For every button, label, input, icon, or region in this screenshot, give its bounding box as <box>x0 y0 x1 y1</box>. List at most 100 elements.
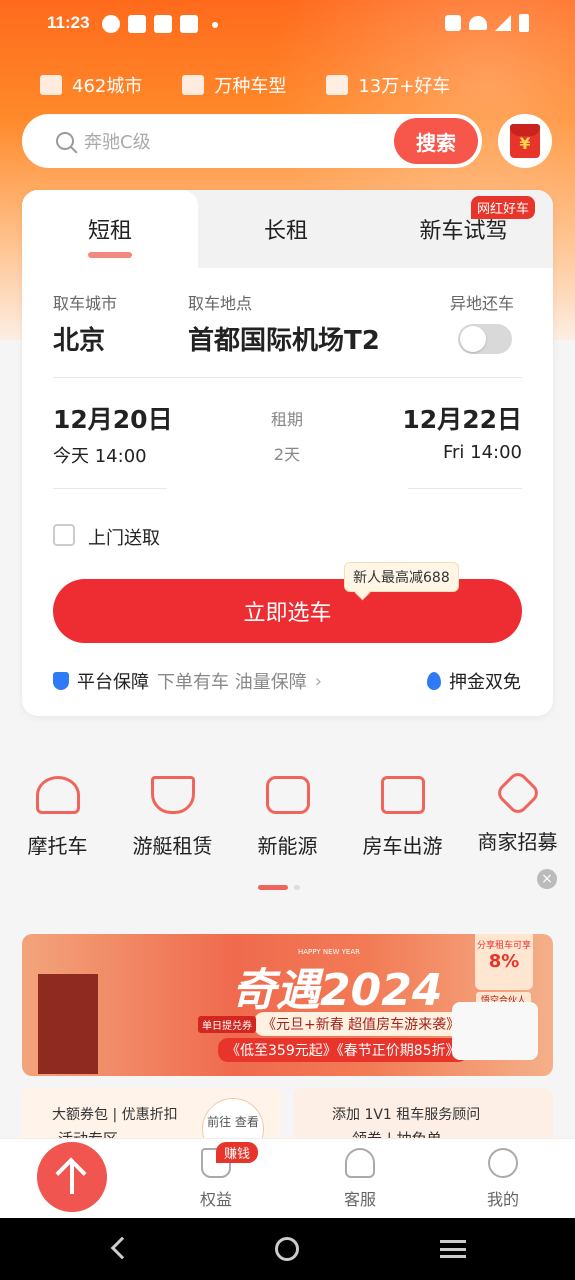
pager-dot <box>294 885 300 890</box>
nav-service[interactable]: 客服 <box>315 1148 405 1210</box>
start-date[interactable]: 12月20日 <box>53 400 173 436</box>
start-time[interactable]: 今天 14:00 <box>53 442 147 468</box>
motorcycle-icon <box>35 776 80 814</box>
service-yacht[interactable]: 游艇租赁 <box>115 770 230 859</box>
speed-icon <box>102 15 120 33</box>
red-packet-button[interactable]: ¥ <box>498 114 552 168</box>
rv-illustration <box>452 1002 538 1060</box>
coupon-zone-sub: 活动专区 <box>58 1128 118 1138</box>
service-motorcycle[interactable]: 摩托车 <box>0 770 115 859</box>
pickup-city[interactable]: 北京 <box>53 320 105 357</box>
service-label: 摩托车 <box>27 834 88 858</box>
vibrate-icon <box>445 15 461 31</box>
handshake-icon <box>493 768 542 818</box>
mail-icon <box>180 15 198 33</box>
yacht-icon <box>150 776 195 814</box>
menu-icon[interactable] <box>440 1240 466 1258</box>
advisor-sub: 领券 | 抽免单 <box>352 1128 442 1138</box>
notification-dot-icon <box>212 22 218 28</box>
ev-car-icon <box>265 776 310 814</box>
end-time[interactable]: Fri 14:00 <box>443 442 522 463</box>
active-tab-indicator <box>88 252 132 258</box>
feature-models: 万种车型 <box>182 72 286 98</box>
select-car-label: 立即选车 <box>243 601 332 626</box>
nav-label: 权益 <box>199 1190 232 1209</box>
divider <box>408 488 522 489</box>
banner-title: 奇遇2024 <box>232 965 443 1016</box>
return-other-label: 异地还车 <box>450 294 515 313</box>
duration-value: 2天 <box>273 445 301 464</box>
shield-icon <box>53 672 69 690</box>
user-icon <box>488 1148 518 1178</box>
platform-guarantee[interactable]: 平台保障 下单有车 油量保障 › <box>53 668 322 694</box>
go-view-button[interactable]: 前往 查看 <box>202 1098 264 1138</box>
tab-long-rent[interactable]: 长租 <box>198 190 374 268</box>
guarantee-detail: 下单有车 油量保障 <box>157 672 307 693</box>
divider <box>53 488 167 489</box>
coupon-zone-title: 大额券包 | 优惠折扣 <box>52 1107 178 1123</box>
service-label: 房车出游 <box>362 834 443 858</box>
service-rv[interactable]: 房车出游 <box>345 770 460 859</box>
pickup-city-label: 取车城市 <box>53 294 118 313</box>
home-icon[interactable] <box>275 1237 299 1261</box>
banner-tag: 单日提兑券 <box>198 1016 256 1033</box>
status-time: 11:23 <box>47 13 90 32</box>
scroll-top-button[interactable] <box>37 1142 107 1212</box>
banner-line-1: 《元旦+新春 超值房车游来袭》 <box>254 1012 469 1036</box>
door-delivery-checkbox[interactable] <box>53 524 75 546</box>
nav-mine[interactable]: 我的 <box>458 1148 548 1210</box>
advisor-card[interactable]: 添加 1V1 租车服务顾问 领券 | 抽免单 <box>294 1088 553 1138</box>
booking-card: 短租 长租 新车试驾 网红好车 取车城市 北京 取车地点 首都国际机场T2 异地… <box>22 190 553 716</box>
car-icon <box>182 75 205 95</box>
chevron-right-icon: › <box>314 670 322 692</box>
mail-icon <box>154 15 172 33</box>
pickup-place[interactable]: 首都国际机场T2 <box>188 320 380 357</box>
feature-cities: 462城市 <box>40 72 142 98</box>
nav-label: 我的 <box>486 1190 519 1209</box>
service-grid: 摩托车 游艇租赁 新能源 房车出游 商家招募 <box>0 768 575 880</box>
coupon-zone-card[interactable]: 大额券包 | 优惠折扣 活动专区 前往 查看 <box>22 1088 281 1138</box>
system-nav-bar <box>0 1218 575 1280</box>
search-icon <box>56 132 74 150</box>
hot-badge: 网红好车 <box>470 196 535 219</box>
tab-short-rent[interactable]: 短租 <box>22 190 198 268</box>
return-other-toggle[interactable] <box>458 324 512 354</box>
nav-label: 客服 <box>343 1190 376 1209</box>
duration-label: 租期 <box>270 410 303 429</box>
toggle-knob <box>460 326 486 352</box>
divider <box>53 377 522 378</box>
mail-icon <box>128 15 146 33</box>
search-button[interactable]: 搜索 <box>394 118 478 164</box>
service-merchant[interactable]: 商家招募 <box>460 768 575 855</box>
service-label: 新能源 <box>257 834 318 858</box>
search-bar[interactable]: 搜索 <box>22 114 482 168</box>
door-delivery-label: 上门送取 <box>88 528 160 549</box>
share-top-text: 分享租车可享 <box>476 941 531 951</box>
earn-badge: 赚钱 <box>216 1142 259 1163</box>
feature-row: 462城市 万种车型 13万+好车 <box>40 72 500 98</box>
feature-label: 13万+好车 <box>358 76 451 97</box>
deposit-waiver[interactable]: 押金双免 <box>427 668 521 694</box>
pickup-place-label: 取车地点 <box>188 294 253 313</box>
service-label: 商家招募 <box>477 830 558 854</box>
tab-label: 长租 <box>263 219 308 244</box>
status-bar: 11:23 <box>0 10 575 38</box>
advisor-title: 添加 1V1 租车服务顾问 <box>332 1107 481 1123</box>
red-envelope-icon: ¥ <box>510 124 540 158</box>
banner-line-2: 《低至359元起》《春节正价期85折》 <box>218 1038 468 1062</box>
tab-test-drive[interactable]: 新车试驾 网红好车 <box>374 190 553 268</box>
feature-cars: 13万+好车 <box>326 72 450 98</box>
rental-tabs: 短租 长租 新车试驾 网红好车 <box>22 190 553 268</box>
back-icon[interactable] <box>110 1236 134 1260</box>
promo-banner[interactable]: HAPPY NEW YEAR 奇遇2024 《元旦+新春 超值房车游来袭》 单日… <box>22 934 553 1076</box>
feature-label: 462城市 <box>72 76 143 97</box>
signal-icon <box>495 15 511 31</box>
palace-illustration <box>38 974 98 1074</box>
end-date[interactable]: 12月22日 <box>402 400 522 436</box>
close-icon[interactable]: × <box>537 869 557 889</box>
wifi-icon <box>469 16 487 30</box>
thumbs-up-icon <box>326 75 349 95</box>
search-input[interactable] <box>84 128 384 156</box>
feature-label: 万种车型 <box>214 76 287 97</box>
service-ev[interactable]: 新能源 <box>230 770 345 859</box>
